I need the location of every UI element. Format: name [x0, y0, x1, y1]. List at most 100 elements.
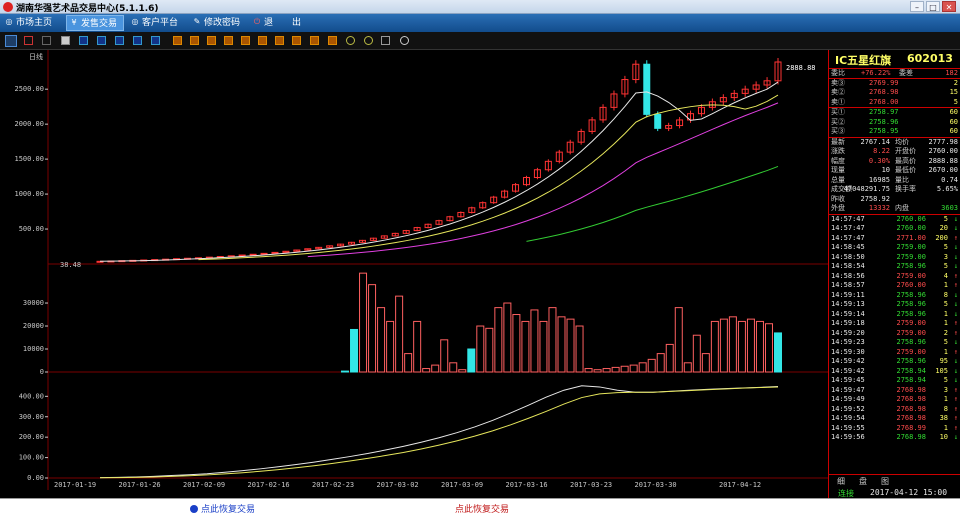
tick-direction-icon: ↓	[953, 300, 958, 308]
candle-body	[643, 63, 651, 115]
indicator-tick-label: 0.00	[27, 474, 44, 482]
period-30-icon[interactable]	[224, 36, 233, 45]
moving-average-lines	[99, 81, 779, 262]
window-icon[interactable]	[61, 36, 70, 45]
tools-icon[interactable]	[381, 36, 390, 45]
tick-time: 14:59:52	[831, 404, 865, 413]
tick-price: 2768.98	[896, 414, 926, 422]
menu-client-platform[interactable]: ◎ 客户平台	[128, 15, 188, 31]
period-year-icon[interactable]	[328, 36, 337, 45]
tick-row: 14:57:47 2760.06 5 ↓	[829, 215, 960, 225]
tick-row: 14:58:45 2759.00 5 ↓	[829, 243, 960, 253]
volume-bar	[755, 320, 764, 373]
tab-chart[interactable]: 图	[881, 476, 889, 487]
period-5-icon[interactable]	[190, 36, 199, 45]
volume-bar	[584, 368, 593, 373]
menu-market-home[interactable]: ◎ 市场主页	[2, 15, 62, 31]
tab-detail[interactable]: 细	[837, 476, 845, 487]
period-week-icon[interactable]	[275, 36, 284, 45]
tick-list[interactable]: 14:57:47 2760.06 5 ↓ 14:57:47 2760.00 20 ↓ 14:57…	[829, 215, 960, 443]
volume-bar	[557, 316, 566, 373]
candlestick-icon[interactable]	[5, 35, 17, 47]
tick-time: 14:59:14	[831, 309, 865, 318]
weibi-value: +76.22%	[861, 69, 891, 77]
period-60-icon[interactable]	[241, 36, 250, 45]
order-volume: 2	[953, 78, 958, 87]
list-icon[interactable]	[133, 36, 142, 45]
period-quarter-icon[interactable]	[310, 36, 319, 45]
yen-icon: ¥	[71, 18, 77, 27]
price-tick-label: 2000.00	[14, 120, 44, 128]
volume-bar	[548, 307, 557, 373]
tick-volume: 3	[943, 385, 948, 394]
zoom-out-icon[interactable]	[364, 36, 373, 45]
period-month-icon[interactable]	[292, 36, 301, 45]
tick-direction-icon: ↑	[953, 319, 958, 327]
tick-price: 2758.94	[896, 376, 926, 384]
indicator-tick-label: 100.00	[19, 454, 44, 462]
tick-row: 14:59:30 2759.00 1 ↑	[829, 348, 960, 358]
cross-icon[interactable]	[151, 36, 160, 45]
maximize-button[interactable]: □	[926, 1, 940, 12]
sell-order-row: 卖③ 2769.99 2	[829, 79, 960, 89]
menu-label: 出	[292, 18, 302, 28]
date-tick-label: 2017-03-16	[506, 481, 548, 489]
grid-icon[interactable]	[97, 36, 106, 45]
restore-trading-link-left[interactable]: 点此恢复交易	[190, 502, 255, 515]
menu-exit[interactable]: 出	[278, 15, 308, 31]
period-15-icon[interactable]	[207, 36, 216, 45]
stat-value: 13332	[868, 204, 890, 212]
order-level-label: 卖③	[831, 78, 845, 87]
indicator-line-1	[99, 385, 779, 479]
layout-icon[interactable]	[79, 36, 88, 45]
quote-stats: 最新 2767.14 均价 2777.98 涨跌 8.22 开盘价 2760.00 幅度 0.30…	[829, 138, 960, 214]
volume-tick-label: 10000	[23, 345, 44, 353]
tick-time: 14:57:47	[831, 224, 865, 232]
tick-row: 14:58:57 2760.00 1 ↑	[829, 281, 960, 291]
zoom-in-icon[interactable]	[346, 36, 355, 45]
sell-orders: 卖③ 2769.99 2 卖② 2768.98 15 卖① 2768.00 5	[829, 79, 960, 108]
volume-bar	[620, 365, 629, 373]
tick-volume: 5	[943, 262, 948, 270]
menu-change-password[interactable]: ✎ 修改密码	[190, 15, 250, 31]
kline-chart-area[interactable]: 日线 2500.00 2000.00 1500.00 1000.00 500.00 30…	[0, 50, 828, 490]
tick-price: 2768.98	[896, 395, 926, 403]
stat-value: 8.22	[873, 147, 890, 155]
minimize-button[interactable]: –	[910, 1, 924, 12]
order-price: 2758.97	[869, 108, 899, 116]
tab-depth[interactable]: 盘	[859, 476, 867, 487]
restore-trading-link-right[interactable]: 点此恢复交易	[455, 502, 509, 515]
date-tick-label: 2017-01-26	[119, 481, 161, 489]
tick-price: 2758.96	[896, 290, 926, 299]
volume-bar	[737, 320, 746, 373]
tick-direction-icon: ↓	[953, 338, 958, 346]
stat-label: 最新	[831, 137, 845, 146]
table-icon[interactable]	[115, 36, 124, 45]
close-button[interactable]: ✕	[942, 1, 956, 12]
tick-price: 2760.00	[896, 281, 926, 289]
order-volume: 15	[949, 88, 958, 96]
tick-volume: 20	[939, 224, 948, 232]
settings-gear-icon[interactable]	[400, 36, 409, 45]
volume-bar	[395, 295, 404, 373]
price-tick-label: 2500.00	[14, 85, 44, 93]
order-volume: 60	[949, 108, 958, 116]
stat-row: 最新 2767.14 均价 2777.98	[829, 138, 960, 148]
stat-row: 幅度 0.30% 最高价 2888.88	[829, 157, 960, 167]
menu-trading[interactable]: ¥ 发售交易	[66, 15, 124, 31]
period-day-icon[interactable]	[258, 36, 267, 45]
order-volume: 60	[949, 117, 958, 126]
bar-chart-icon[interactable]	[42, 36, 51, 45]
sell-order-row: 卖① 2768.00 5	[829, 98, 960, 108]
stat-value: 2760.00	[928, 147, 958, 155]
volume-bar	[476, 325, 485, 373]
tick-time: 14:59:54	[831, 414, 865, 422]
line-chart-icon[interactable]	[24, 36, 33, 45]
period-1-icon[interactable]	[173, 36, 182, 45]
weibi-label: 委比	[831, 69, 845, 77]
menu-logout[interactable]: ⏻ 退	[250, 15, 280, 31]
order-price: 2768.98	[869, 88, 899, 96]
tick-row: 14:59:55 2768.99 1 ↑	[829, 424, 960, 434]
home-icon: ◎	[5, 17, 13, 26]
tick-direction-icon: ↑	[953, 395, 958, 403]
